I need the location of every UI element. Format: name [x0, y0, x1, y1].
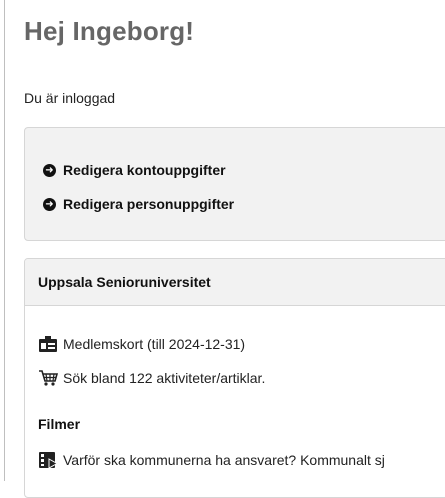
shopping-cart-icon: [38, 369, 59, 387]
arrow-circle-right-icon: ➜: [43, 197, 56, 211]
id-card-icon: [38, 335, 58, 353]
account-page: Hej Ingeborg! Du är inloggad ➜ Redigera …: [4, 0, 445, 498]
search-activities-label: Sök bland 122 aktiviteter/artiklar.: [63, 370, 266, 386]
edit-personal-label: Redigera personuppgifter: [63, 196, 235, 212]
edit-personal-link[interactable]: ➜ Redigera personuppgifter: [43, 196, 234, 212]
membership-label: Medlemskort (till 2024-12-31): [63, 336, 246, 352]
membership-card-link[interactable]: Medlemskort (till 2024-12-31): [38, 335, 245, 353]
arrow-circle-right-icon: ➜: [43, 163, 56, 177]
organization-panel: Uppsala Senioruniversitet Medlemskort (t…: [24, 258, 445, 498]
page-title: Hej Ingeborg!: [24, 16, 195, 46]
login-status: Du är inloggad: [24, 90, 116, 106]
edit-account-link[interactable]: ➜ Redigera kontouppgifter: [43, 162, 226, 178]
organization-title: Uppsala Senioruniversitet: [25, 259, 445, 306]
account-links-panel: ➜ Redigera kontouppgifter ➜ Redigera per…: [24, 127, 445, 241]
search-activities-link[interactable]: Sök bland 122 aktiviteter/artiklar.: [38, 369, 265, 387]
edit-account-label: Redigera kontouppgifter: [63, 162, 226, 178]
film-icon: [38, 451, 59, 469]
film-item-label: Varför ska kommunerna ha ansvaret? Kommu…: [63, 452, 385, 468]
films-heading: Filmer: [38, 416, 81, 432]
film-item[interactable]: Varför ska kommunerna ha ansvaret? Kommu…: [38, 451, 385, 469]
